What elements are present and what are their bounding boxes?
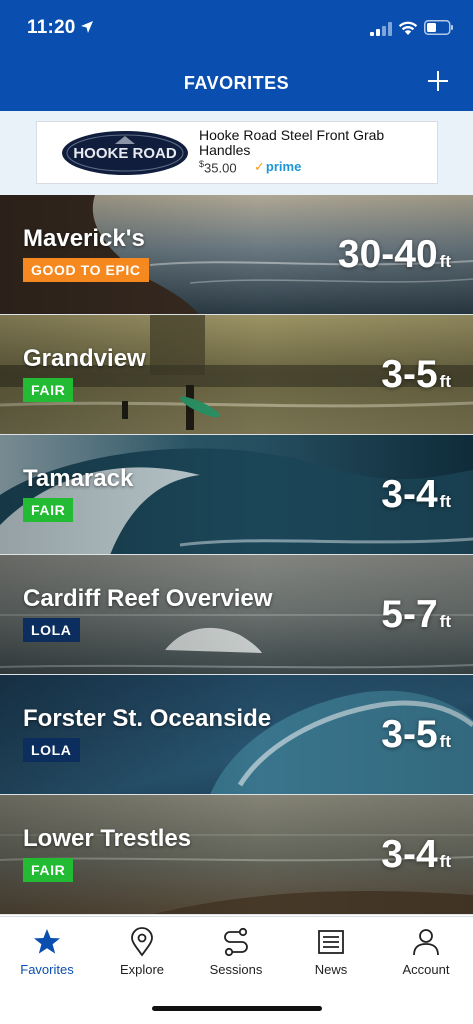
home-indicator <box>152 1006 322 1011</box>
tab-label: Favorites <box>20 962 74 977</box>
tab-label: Explore <box>119 962 165 977</box>
wave-height: 3-5 ft <box>381 713 451 757</box>
tab-label: Sessions <box>209 962 263 977</box>
spot-row[interactable]: Cardiff Reef Overview LOLA 5-7 ft <box>0 555 473 675</box>
status-bar: 11:20 <box>0 0 473 58</box>
map-pin-icon <box>131 927 153 957</box>
battery-icon <box>424 20 453 35</box>
wave-height-unit: ft <box>439 612 451 631</box>
wave-height-value: 3-4 <box>381 833 438 876</box>
prime-badge: ✓prime <box>254 159 301 175</box>
spot-name: Forster St. Oceanside <box>23 705 272 732</box>
tab-sessions[interactable]: Sessions <box>196 927 276 977</box>
spot-name: Cardiff Reef Overview <box>23 585 273 612</box>
wifi-icon <box>398 21 418 35</box>
cellular-signal-icon <box>370 22 392 36</box>
hooke-road-logo: HOOKE ROAD <box>62 131 188 175</box>
tab-news[interactable]: News <box>291 927 371 977</box>
tab-account[interactable]: Account <box>386 927 466 977</box>
condition-badge: LOLA <box>23 738 80 762</box>
ad-price: $35.00 <box>199 159 237 175</box>
wave-height-unit: ft <box>439 372 451 391</box>
wave-height-unit: ft <box>439 252 451 271</box>
status-time: 11:20 <box>27 17 76 38</box>
prime-check-icon: ✓ <box>254 159 265 174</box>
tab-favorites[interactable]: Favorites <box>7 927 87 977</box>
wave-height-unit: ft <box>439 732 451 751</box>
spot-row[interactable]: Tamarack FAIR 3-4 ft <box>0 435 473 555</box>
wave-height-unit: ft <box>439 852 451 871</box>
star-icon <box>34 929 60 954</box>
spot-name: Maverick's <box>23 225 145 252</box>
ad-logo-text: HOOKE ROAD <box>73 145 177 162</box>
add-favorite-plus-icon[interactable] <box>427 70 449 92</box>
spot-row[interactable]: Grandview FAIR 3-5 ft <box>0 315 473 435</box>
spot-row[interactable]: Lower Trestles FAIR 3-4 ft <box>0 795 473 915</box>
spot-row[interactable]: Maverick's GOOD TO EPIC 30-40 ft <box>0 195 473 315</box>
wave-height: 3-4 ft <box>381 833 451 877</box>
wave-height-value: 5-7 <box>381 593 438 636</box>
wave-height: 3-4 ft <box>381 473 451 517</box>
wave-height-value: 3-5 <box>381 353 438 396</box>
wave-height-unit: ft <box>439 492 451 511</box>
condition-badge: FAIR <box>23 498 74 522</box>
page-title: FAVORITES <box>183 73 290 93</box>
ad-card[interactable]: HOOKE ROAD Hooke Road Steel Front Grab H… <box>36 121 438 184</box>
wave-height: 30-40 ft <box>338 233 451 277</box>
favorites-list: Maverick's GOOD TO EPIC 30-40 ft Grandvie… <box>0 195 473 915</box>
ad-banner: HOOKE ROAD Hooke Road Steel Front Grab H… <box>0 111 473 195</box>
spot-name: Lower Trestles <box>23 825 192 852</box>
condition-badge: LOLA <box>23 618 80 642</box>
wave-height: 3-5 ft <box>381 353 451 397</box>
condition-badge: FAIR <box>23 858 74 882</box>
spot-name: Tamarack <box>23 465 134 492</box>
user-icon <box>413 929 439 956</box>
wave-height-value: 30-40 <box>337 233 438 276</box>
wave-height-value: 3-5 <box>381 713 438 756</box>
spot-row[interactable]: Forster St. Oceanside LOLA 3-5 ft <box>0 675 473 795</box>
route-icon <box>224 927 248 957</box>
tab-explore[interactable]: Explore <box>102 927 182 977</box>
tab-label: Account <box>402 962 450 977</box>
newspaper-icon <box>318 930 344 954</box>
wave-height-value: 3-4 <box>381 473 438 516</box>
condition-badge: FAIR <box>23 378 74 402</box>
condition-badge: GOOD TO EPIC <box>23 258 149 282</box>
spot-name: Grandview <box>23 345 146 372</box>
ad-price-value: 35.00 <box>204 160 237 176</box>
wave-height: 5-7 ft <box>381 593 451 637</box>
location-arrow-icon <box>81 21 93 33</box>
app-header: 11:20 FAVORITES <box>0 0 473 111</box>
prime-label: prime <box>265 159 302 174</box>
tab-label: News <box>314 962 348 977</box>
ad-title: Hooke Road Steel Front Grab Handles <box>199 127 385 158</box>
